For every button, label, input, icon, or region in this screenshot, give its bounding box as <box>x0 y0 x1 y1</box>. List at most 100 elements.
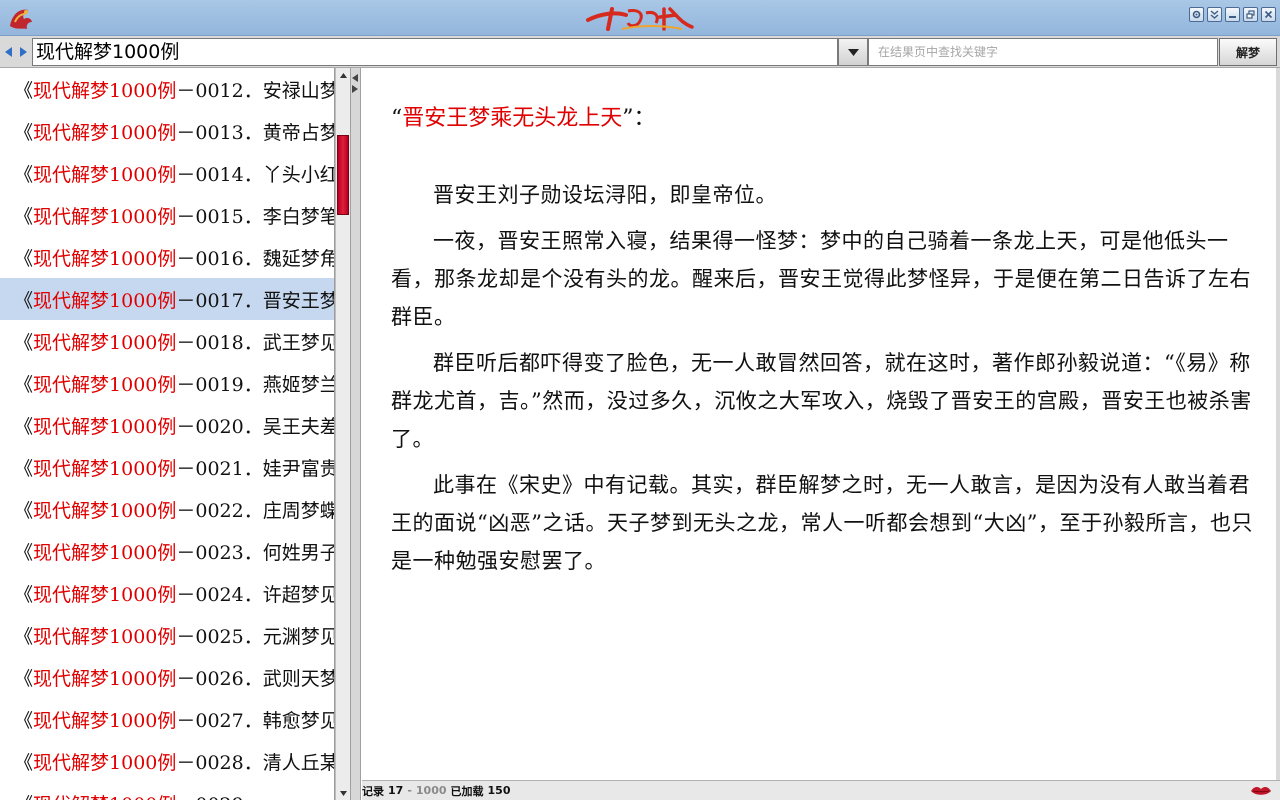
chevron-down-icon <box>847 48 859 56</box>
collapse-left-icon[interactable] <box>352 74 358 82</box>
interpret-dream-button[interactable]: 解梦 <box>1219 38 1277 66</box>
list-item[interactable]: 《现代解梦1000例 －0022．庄周梦蝶 <box>0 488 334 530</box>
list-item-book: 现代解梦1000例 <box>33 163 177 186</box>
list-item-book: 现代解梦1000例 <box>33 790 176 800</box>
list-item-book: 现代解梦1000例 <box>33 373 177 396</box>
list-item[interactable]: 《现代解梦1000例 －0013．黄帝占梦 <box>0 110 334 152</box>
list-item-open-bracket: 《 <box>14 79 34 102</box>
list-item-book: 现代解梦1000例 <box>33 709 177 732</box>
list-item-title: －0027．韩愈梦见 <box>176 709 334 732</box>
scroll-down-button[interactable] <box>336 786 350 800</box>
list-item-open-bracket: 《 <box>14 790 33 800</box>
keyword-search-input[interactable] <box>868 38 1218 66</box>
list-item[interactable]: 《现代解梦1000例 －0025．元渊梦见 <box>0 614 334 656</box>
content-border <box>1276 68 1280 780</box>
list-item[interactable]: 《现代解梦1000例 －0016．魏延梦角 <box>0 236 334 278</box>
list-item-open-bracket: 《 <box>14 541 34 564</box>
list-item-book: 现代解梦1000例 <box>33 499 177 522</box>
lips-icon[interactable] <box>1250 785 1272 797</box>
back-button[interactable] <box>2 44 15 60</box>
list-item[interactable]: 《现代解梦1000例 －0012．安禄山梦 <box>0 68 334 110</box>
close-button[interactable] <box>1261 7 1276 22</box>
entry-list-scrollbar[interactable] <box>335 68 350 800</box>
minimize-button[interactable] <box>1225 7 1240 22</box>
back-arrow-icon <box>4 47 12 57</box>
list-item[interactable]: 《现代解梦1000例 －0019．燕姬梦兰 <box>0 362 334 404</box>
list-item-title: －0015．李白梦笔 <box>176 205 334 228</box>
list-item-open-bracket: 《 <box>14 205 34 228</box>
list-item-title: －0019．燕姬梦兰 <box>176 373 334 396</box>
forward-button[interactable] <box>16 44 29 60</box>
book-dropdown-button[interactable] <box>838 38 868 66</box>
list-item-title: －0028．清人丘某 <box>176 751 334 774</box>
list-item-title: －0029． <box>176 790 262 800</box>
settings-button[interactable] <box>1189 7 1204 22</box>
article-paragraph: 晋安王刘子勋设坛浔阳，即皇帝位。 <box>433 183 777 207</box>
article-paragraph: 一夜，晋安王照常入寝，结果得一怪梦：梦中的自己骑着一条龙上天，可是他低头一看，那… <box>391 229 1251 329</box>
list-item-open-bracket: 《 <box>14 289 34 312</box>
window-controls <box>1189 7 1276 22</box>
list-item[interactable]: 《现代解梦1000例 －0014．丫头小红 <box>0 152 334 194</box>
list-item[interactable]: 《现代解梦1000例 －0015．李白梦笔 <box>0 194 334 236</box>
list-item-open-bracket: 《 <box>14 457 34 480</box>
list-item[interactable]: 《现代解梦1000例 －0027．韩愈梦见 <box>0 698 334 740</box>
record-separator: - <box>407 784 412 797</box>
collapse-button[interactable] <box>1207 7 1222 22</box>
list-item[interactable]: 《现代解梦1000例 －0018．武王梦见 <box>0 320 334 362</box>
list-item-title: －0022．庄周梦蝶 <box>176 499 334 522</box>
scroll-up-icon <box>339 72 347 78</box>
list-item-book: 现代解梦1000例 <box>33 121 177 144</box>
record-total: 1000 <box>415 784 447 797</box>
list-item-title: －0026．武则天梦 <box>176 667 334 690</box>
list-item[interactable]: 《现代解梦1000例 －0023．何姓男子 <box>0 530 334 572</box>
collapse-right-icon[interactable] <box>352 85 358 93</box>
brand-logo-icon <box>586 7 694 31</box>
list-item-title: －0012．安禄山梦 <box>176 79 334 102</box>
restore-icon <box>1246 10 1255 19</box>
title-text: 晋安王梦乘无头龙上天 <box>402 106 623 131</box>
list-item-open-bracket: 《 <box>14 331 34 354</box>
list-item-title: －0020．吴王夫差 <box>176 415 334 438</box>
article-paragraph: 群臣听后都吓得变了脸色，无一人敢冒然回答，就在这时，著作郎孙毅说道：“《易》称群… <box>391 351 1252 451</box>
list-item-book: 现代解梦1000例 <box>33 667 177 690</box>
app-logo-icon <box>10 9 32 29</box>
list-item[interactable]: 《现代解梦1000例 －0017．晋安王梦 <box>0 278 334 320</box>
double-chevron-down-icon <box>1210 10 1219 19</box>
toolbar: 现代解梦1000例 解梦 <box>0 36 1280 68</box>
list-item-book: 现代解梦1000例 <box>33 289 177 312</box>
list-item-title: －0021．娃尹富贵 <box>176 457 334 480</box>
list-item-open-bracket: 《 <box>14 583 34 606</box>
list-item-open-bracket: 《 <box>14 415 34 438</box>
list-item[interactable]: 《现代解梦1000例 －0024．许超梦见 <box>0 572 334 614</box>
loaded-count: 150 <box>487 784 511 797</box>
scroll-up-button[interactable] <box>336 68 350 82</box>
book-select-field[interactable]: 现代解梦1000例 <box>32 38 838 66</box>
list-item-book: 现代解梦1000例 <box>33 457 177 480</box>
list-item[interactable]: 《现代解梦1000例 －0028．清人丘某 <box>0 740 334 782</box>
scrollbar-thumb[interactable] <box>337 135 349 215</box>
panel-splitter[interactable] <box>350 68 361 800</box>
list-item-book: 现代解梦1000例 <box>33 415 177 438</box>
list-item-open-bracket: 《 <box>14 499 34 522</box>
restore-button[interactable] <box>1243 7 1258 22</box>
list-item[interactable]: 《现代解梦1000例 －0026．武则天梦 <box>0 656 334 698</box>
list-item-open-bracket: 《 <box>14 709 34 732</box>
forward-arrow-icon <box>19 47 27 57</box>
close-icon <box>1264 10 1273 19</box>
list-item-book: 现代解梦1000例 <box>33 205 177 228</box>
history-nav <box>2 44 29 60</box>
list-item-book: 现代解梦1000例 <box>33 79 177 102</box>
article-paragraph: 此事在《宋史》中有记载。其实，群臣解梦之时，无一人敢言，是因为没有人敢当着君王的… <box>391 473 1253 573</box>
list-item[interactable]: 《现代解梦1000例 －0021．娃尹富贵 <box>0 446 334 488</box>
status-bar: 记录 17 - 1000 已加载 150 <box>362 780 1280 800</box>
list-item-open-bracket: 《 <box>14 373 34 396</box>
list-item-title: －0013．黄帝占梦 <box>176 121 334 144</box>
list-item[interactable]: 《现代解梦1000例 －0020．吴王夫差 <box>0 404 334 446</box>
list-item-title: －0017．晋安王梦 <box>176 289 334 312</box>
list-item-open-bracket: 《 <box>14 247 34 270</box>
scroll-down-icon <box>339 790 347 796</box>
loaded-label: 已加载 <box>450 784 484 798</box>
list-item[interactable]: 《现代解梦1000例－0029． <box>0 782 334 800</box>
list-item-title: －0016．魏延梦角 <box>176 247 334 270</box>
title-open-quote: “ <box>391 106 403 131</box>
